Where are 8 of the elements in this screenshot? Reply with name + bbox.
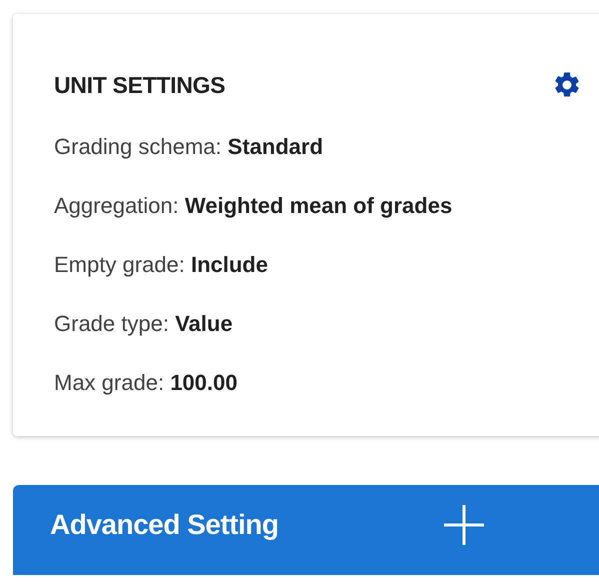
advanced-setting-button[interactable]: Advanced Setting [13,485,599,575]
setting-line: Empty grade: Include [54,252,269,278]
plus-icon [442,503,486,547]
setting-line: Grade type: Value [54,311,234,337]
setting-line: Aggregation: Weighted mean of grades [54,193,454,219]
card-title: UNIT SETTINGS [54,72,226,98]
setting-line: Max grade: 100.00 [54,370,238,396]
setting-line: Grading schema: Standard [54,134,324,160]
